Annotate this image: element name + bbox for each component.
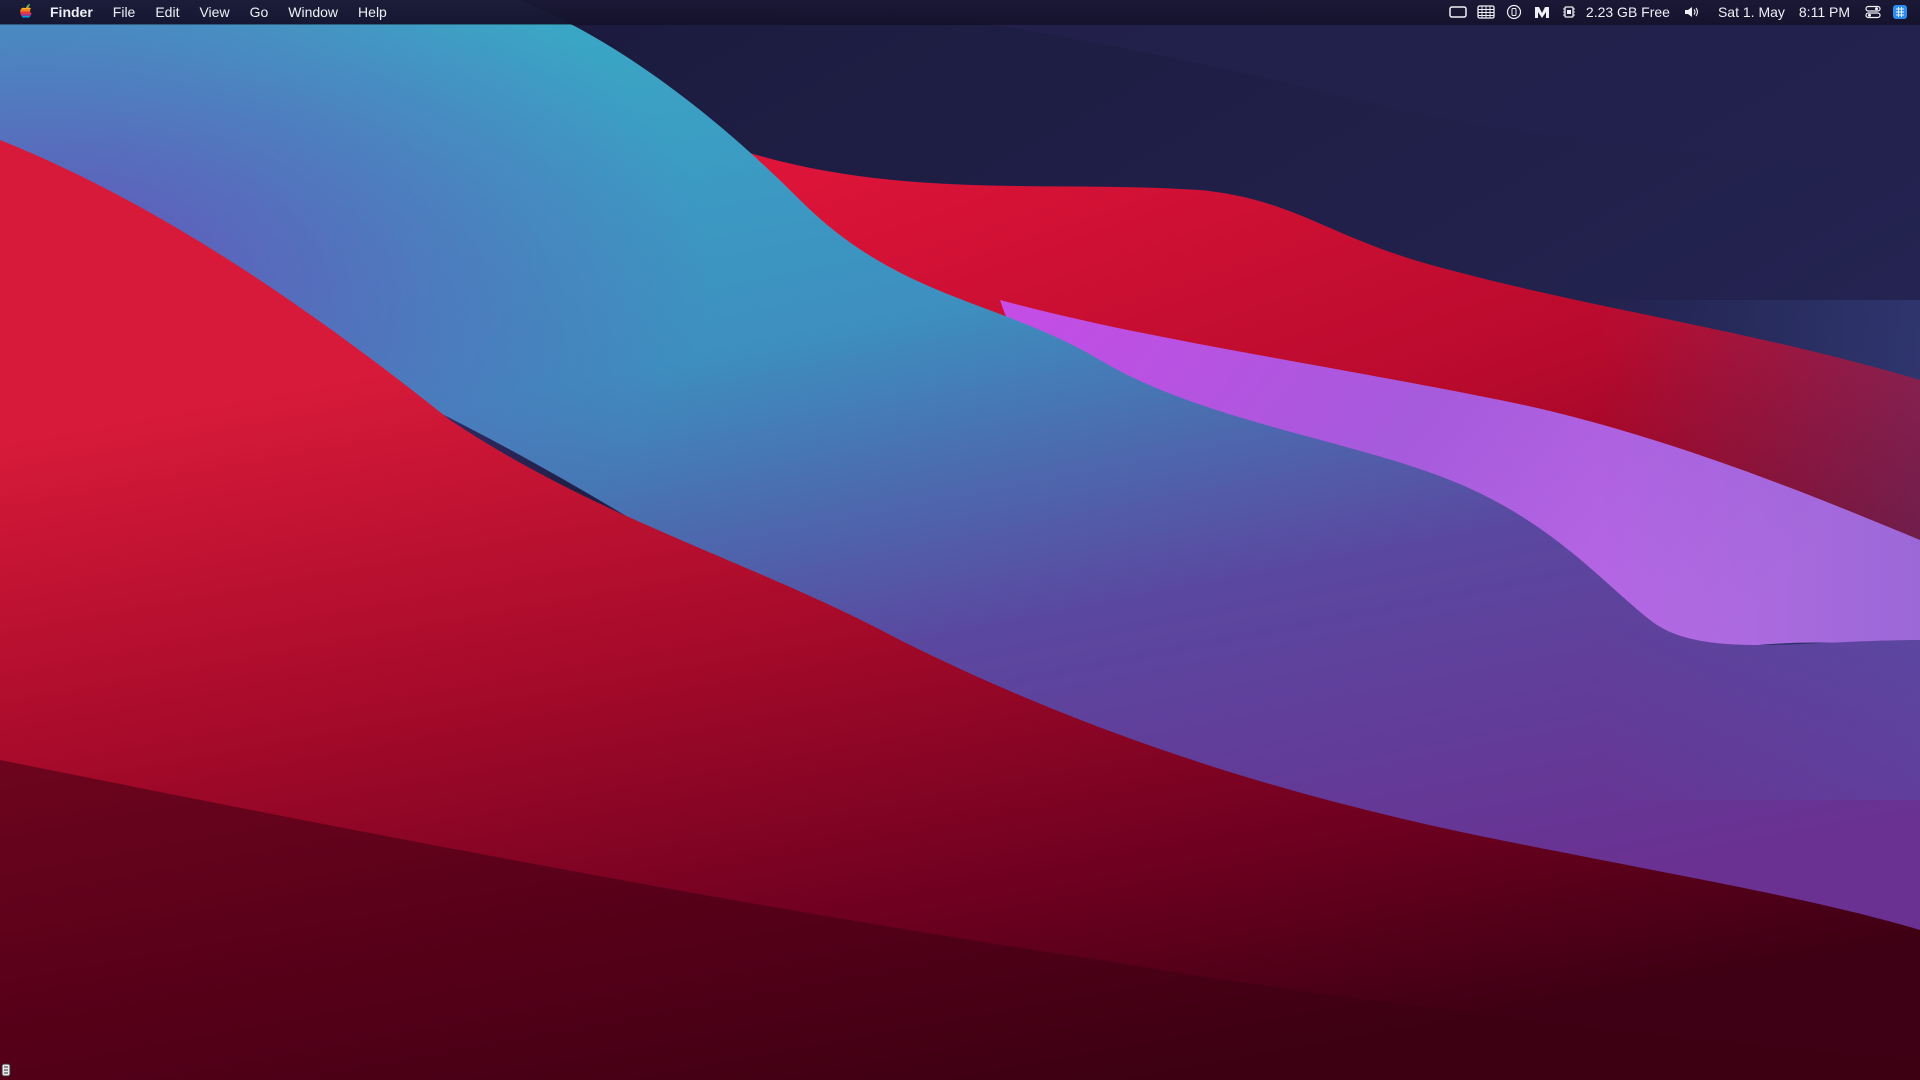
menu-go[interactable]: Go [240, 0, 279, 24]
desktop-wallpaper [0, 0, 1920, 1080]
menu-bar-left: Finder File Edit View Go Window Help [0, 0, 397, 24]
menu-file[interactable]: File [103, 0, 146, 24]
menu-bar: Finder File Edit View Go Window Help 2.2… [0, 0, 1920, 24]
apple-logo-icon[interactable] [16, 2, 36, 22]
m-badge-icon[interactable] [1528, 0, 1556, 24]
clock-date: Sat 1. May [1717, 4, 1785, 20]
screen-mirror-icon[interactable] [1444, 0, 1472, 24]
app-menu-finder[interactable]: Finder [40, 0, 103, 24]
control-center-icon[interactable] [1860, 0, 1886, 24]
menu-bar-status: 2.23 GB Free Sat 1. May 8:11 PM [1444, 0, 1920, 24]
menu-bar-clock[interactable]: Sat 1. May 8:11 PM [1706, 0, 1860, 24]
menu-window[interactable]: Window [278, 0, 348, 24]
menu-edit[interactable]: Edit [145, 0, 189, 24]
memory-free-text: 2.23 GB Free [1585, 4, 1670, 20]
menu-help[interactable]: Help [348, 0, 397, 24]
blue-app-icon[interactable] [1886, 0, 1914, 24]
circle-button-icon[interactable] [1500, 0, 1528, 24]
memory-status[interactable]: 2.23 GB Free [1556, 0, 1678, 24]
keyboard-grid-icon[interactable] [1472, 0, 1500, 24]
memory-chip-icon [1560, 0, 1578, 24]
volume-icon[interactable] [1678, 0, 1706, 24]
menu-view[interactable]: View [189, 0, 239, 24]
dock-handle-icon[interactable] [0, 1060, 14, 1080]
clock-time: 8:11 PM [1798, 4, 1850, 20]
